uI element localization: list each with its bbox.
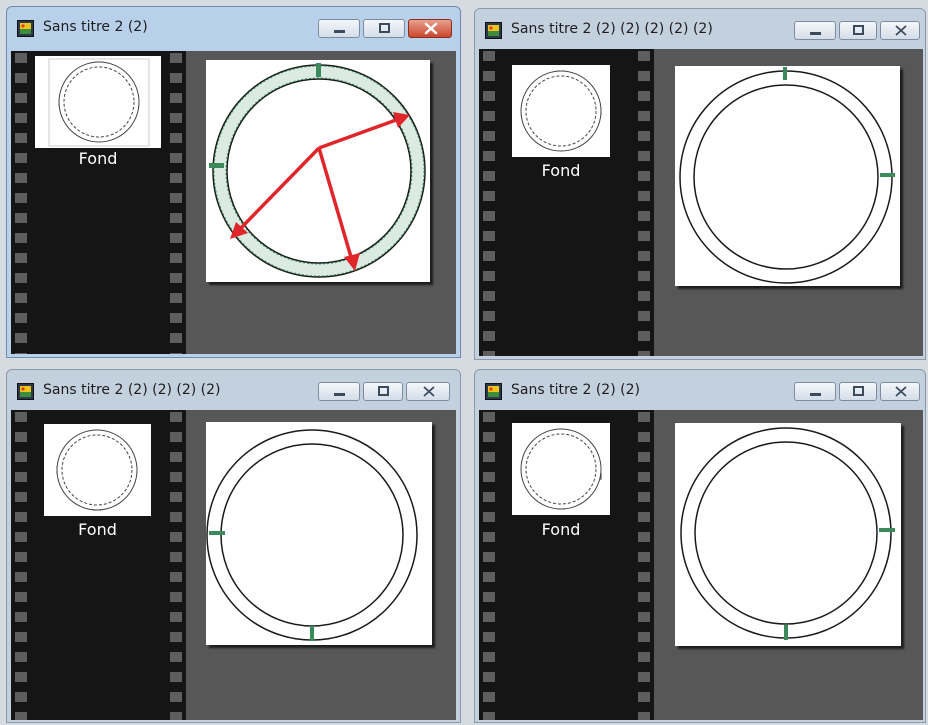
- close-icon: [895, 25, 907, 36]
- layer-name: Fond: [541, 161, 581, 180]
- minimize-button[interactable]: [794, 21, 836, 40]
- layer-thumbnail[interactable]: [44, 424, 151, 516]
- close-icon: [424, 22, 438, 35]
- minimize-button[interactable]: [318, 382, 360, 401]
- maximize-button[interactable]: [839, 21, 877, 40]
- layer-thumbnail[interactable]: [512, 65, 610, 157]
- window-title: Sans titre 2 (2): [43, 19, 148, 35]
- layers-panel: Fond: [479, 49, 654, 356]
- document-window-3[interactable]: Sans titre 2 (2) (2) (2) (2) Fond: [6, 369, 461, 723]
- layer-name: Fond: [78, 149, 118, 168]
- minimize-button[interactable]: [794, 382, 836, 401]
- layers-panel: Fond: [11, 51, 186, 354]
- minimize-icon: [334, 393, 345, 396]
- title-bar[interactable]: Sans titre 2 (2) (2): [475, 370, 925, 414]
- workspace: Fond: [479, 49, 923, 356]
- document-window-2[interactable]: Sans titre 2 (2) (2) (2) (2) (2) Fond: [474, 8, 926, 360]
- maximize-icon: [853, 386, 864, 396]
- maximize-icon: [378, 386, 389, 396]
- minimize-icon: [810, 393, 821, 396]
- image-canvas[interactable]: [206, 60, 430, 282]
- layer-name: Fond: [541, 520, 581, 539]
- maximize-icon: [379, 23, 390, 33]
- close-button[interactable]: [880, 382, 920, 401]
- marker-top: [316, 63, 321, 77]
- image-icon: [485, 22, 502, 39]
- title-bar[interactable]: Sans titre 2 (2) (2) (2) (2) (2): [475, 9, 925, 53]
- layers-panel: Fond: [479, 410, 654, 720]
- layer-name: Fond: [78, 520, 117, 539]
- marker-left: [209, 531, 225, 535]
- workspace: Fond: [11, 51, 456, 354]
- minimize-icon: [334, 30, 345, 33]
- layer-thumbnail[interactable]: [35, 56, 161, 148]
- marker-bottom: [310, 626, 314, 641]
- maximize-icon: [853, 25, 864, 35]
- window-title: Sans titre 2 (2) (2) (2) (2): [43, 382, 221, 398]
- title-bar[interactable]: Sans titre 2 (2): [7, 7, 460, 51]
- close-icon: [423, 386, 435, 397]
- minimize-button[interactable]: [318, 19, 360, 38]
- image-icon: [17, 20, 34, 37]
- marker-right: [879, 528, 895, 532]
- marker-right: [880, 173, 895, 177]
- document-window-4[interactable]: Sans titre 2 (2) (2) Fond: [474, 369, 926, 723]
- document-window-1[interactable]: Sans titre 2 (2) Fond: [6, 6, 461, 358]
- window-title: Sans titre 2 (2) (2) (2) (2) (2): [511, 21, 713, 37]
- workspace: Fond: [11, 410, 456, 720]
- title-bar[interactable]: Sans titre 2 (2) (2) (2) (2): [7, 370, 460, 414]
- image-canvas[interactable]: [675, 423, 901, 646]
- maximize-button[interactable]: [363, 382, 403, 401]
- close-button[interactable]: [406, 382, 450, 401]
- maximize-button[interactable]: [839, 382, 877, 401]
- layer-thumbnail[interactable]: [512, 423, 610, 515]
- marker-top: [783, 67, 787, 80]
- close-icon: [895, 386, 907, 397]
- close-button[interactable]: [880, 21, 920, 40]
- workspace: Fond: [479, 410, 923, 720]
- image-icon: [485, 383, 502, 400]
- close-button[interactable]: [408, 19, 452, 38]
- image-canvas[interactable]: [675, 66, 900, 286]
- marker-bottom: [784, 625, 788, 640]
- layers-panel: Fond: [11, 410, 186, 720]
- image-icon: [17, 383, 34, 400]
- maximize-button[interactable]: [363, 19, 405, 38]
- minimize-icon: [810, 32, 821, 35]
- image-canvas[interactable]: [206, 422, 432, 645]
- marker-left: [209, 163, 224, 168]
- window-title: Sans titre 2 (2) (2): [511, 382, 640, 398]
